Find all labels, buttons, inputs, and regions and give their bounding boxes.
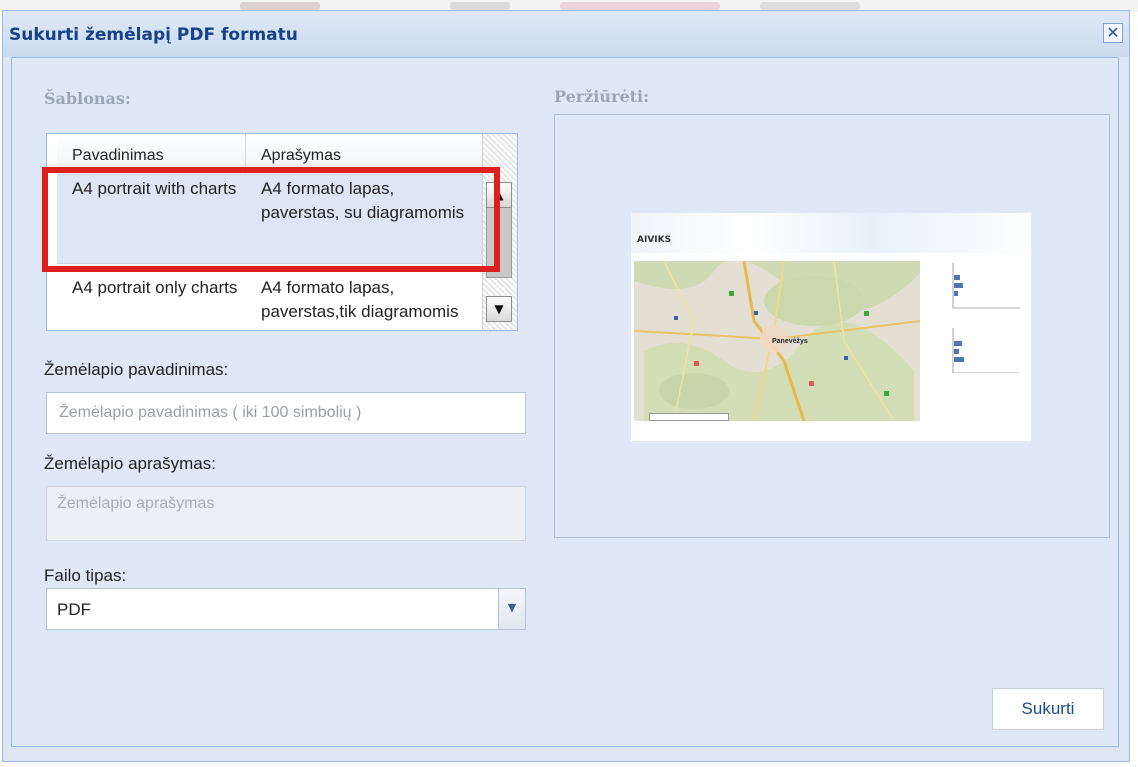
column-header-description[interactable]: Aprašymas <box>261 147 341 165</box>
template-section-label: Šablonas: <box>44 89 131 108</box>
column-header-name[interactable]: Pavadinimas <box>72 147 164 165</box>
map-description-textarea[interactable]: Žemėlapio aprašymas <box>46 486 526 541</box>
map-description-label: Žemėlapio aprašymas: <box>44 454 216 473</box>
thumbnail-brand: AIVIKS <box>637 235 672 245</box>
scroll-down-icon[interactable]: ▼ <box>486 296 512 322</box>
file-type-select[interactable]: PDF ▼ <box>46 588 526 630</box>
file-type-value: PDF <box>57 600 91 619</box>
map-name-placeholder: Žemėlapio pavadinimas ( iki 100 simbolių… <box>59 404 362 421</box>
map-name-label: Žemėlapio pavadinimas: <box>44 360 229 379</box>
preview-panel: AIVIKS Panevėžys <box>554 114 1110 538</box>
map-name-input[interactable]: Žemėlapio pavadinimas ( iki 100 simbolių… <box>46 392 526 434</box>
file-type-label: Failo tipas: <box>44 566 127 585</box>
chevron-down-icon[interactable]: ▼ <box>498 589 525 629</box>
thumbnail-header <box>631 213 1031 253</box>
chart-thumbnail-image <box>952 263 1020 373</box>
pdf-preview-thumbnail: AIVIKS Panevėžys <box>631 213 1031 441</box>
create-button[interactable]: Sukurti <box>992 688 1104 730</box>
dialog-title: Sukurti žemėlapį PDF formatu <box>9 25 298 45</box>
map-thumbnail-scale <box>649 413 729 421</box>
map-city-label: Panevėžys <box>772 338 808 345</box>
map-thumbnail-image: Panevėžys <box>634 261 920 421</box>
dialog-titlebar[interactable]: Sukurti žemėlapį PDF formatu ✕ <box>3 11 1129 57</box>
template-row-a4-portrait-only-charts[interactable]: A4 portrait only charts A4 formato lapas… <box>57 274 483 330</box>
template-row-description: A4 formato lapas, paverstas,tik diagramo… <box>261 278 459 321</box>
template-row-name: A4 portrait only charts <box>72 278 238 297</box>
close-icon[interactable]: ✕ <box>1103 23 1123 43</box>
map-description-placeholder: Žemėlapio aprašymas <box>57 495 215 512</box>
selection-highlight-box <box>42 167 500 272</box>
preview-section-label: Peržiūrėti: <box>554 87 649 106</box>
